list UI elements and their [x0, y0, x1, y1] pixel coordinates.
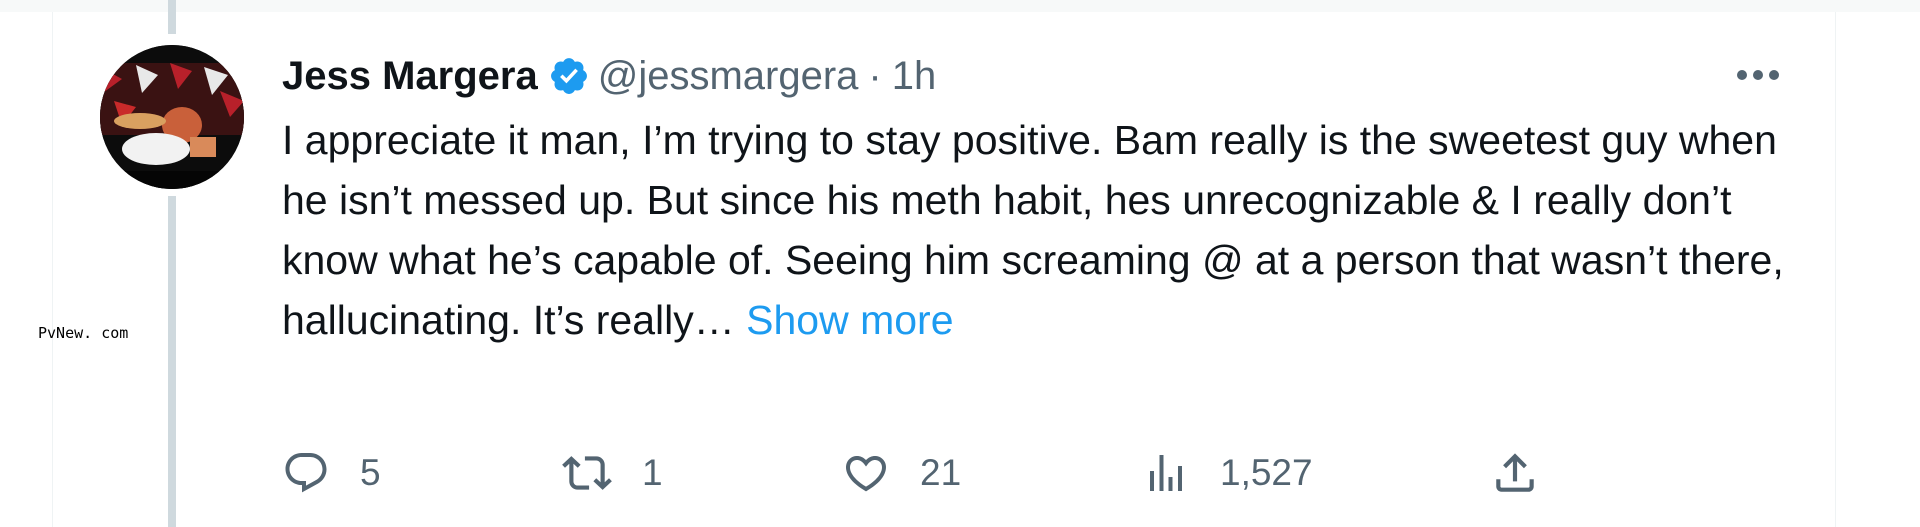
- tweet-header: Jess Margera @jessmargera · 1h: [282, 48, 936, 104]
- reply-count: 5: [360, 452, 381, 493]
- retweet-button[interactable]: 1: [562, 443, 663, 503]
- tweet-text: I appreciate it man, I’m trying to stay …: [282, 110, 1792, 350]
- author-handle[interactable]: @jessmargera: [598, 54, 859, 99]
- tweet-body: I appreciate it man, I’m trying to stay …: [282, 117, 1784, 343]
- share-button[interactable]: [1490, 443, 1540, 503]
- reply-icon: [282, 449, 330, 497]
- thread-line-bottom: [168, 196, 176, 527]
- like-button[interactable]: 21: [842, 443, 961, 503]
- like-count: 21: [920, 452, 962, 493]
- verified-badge-icon: [548, 55, 590, 97]
- more-icon[interactable]: [1734, 57, 1782, 93]
- show-more-link[interactable]: Show more: [746, 297, 953, 343]
- reply-button[interactable]: 5: [282, 443, 381, 503]
- action-bar: 5 1 21 1,527: [282, 443, 1562, 503]
- retweet-count: 1: [642, 452, 663, 493]
- like-icon: [842, 449, 890, 497]
- retweet-icon: [562, 448, 612, 498]
- separator-dot: ·: [868, 53, 882, 98]
- avatar[interactable]: [100, 45, 244, 189]
- views-icon: [1142, 449, 1190, 497]
- timestamp[interactable]: 1h: [892, 54, 937, 99]
- top-divider: [0, 0, 1920, 12]
- views-button[interactable]: 1,527: [1142, 443, 1313, 503]
- watermark: PvNew. com: [38, 324, 129, 342]
- author-name[interactable]: Jess Margera: [282, 54, 538, 99]
- views-count: 1,527: [1220, 452, 1313, 493]
- thread-line-top: [168, 0, 176, 34]
- avatar-image: [100, 45, 244, 189]
- share-icon: [1490, 448, 1540, 498]
